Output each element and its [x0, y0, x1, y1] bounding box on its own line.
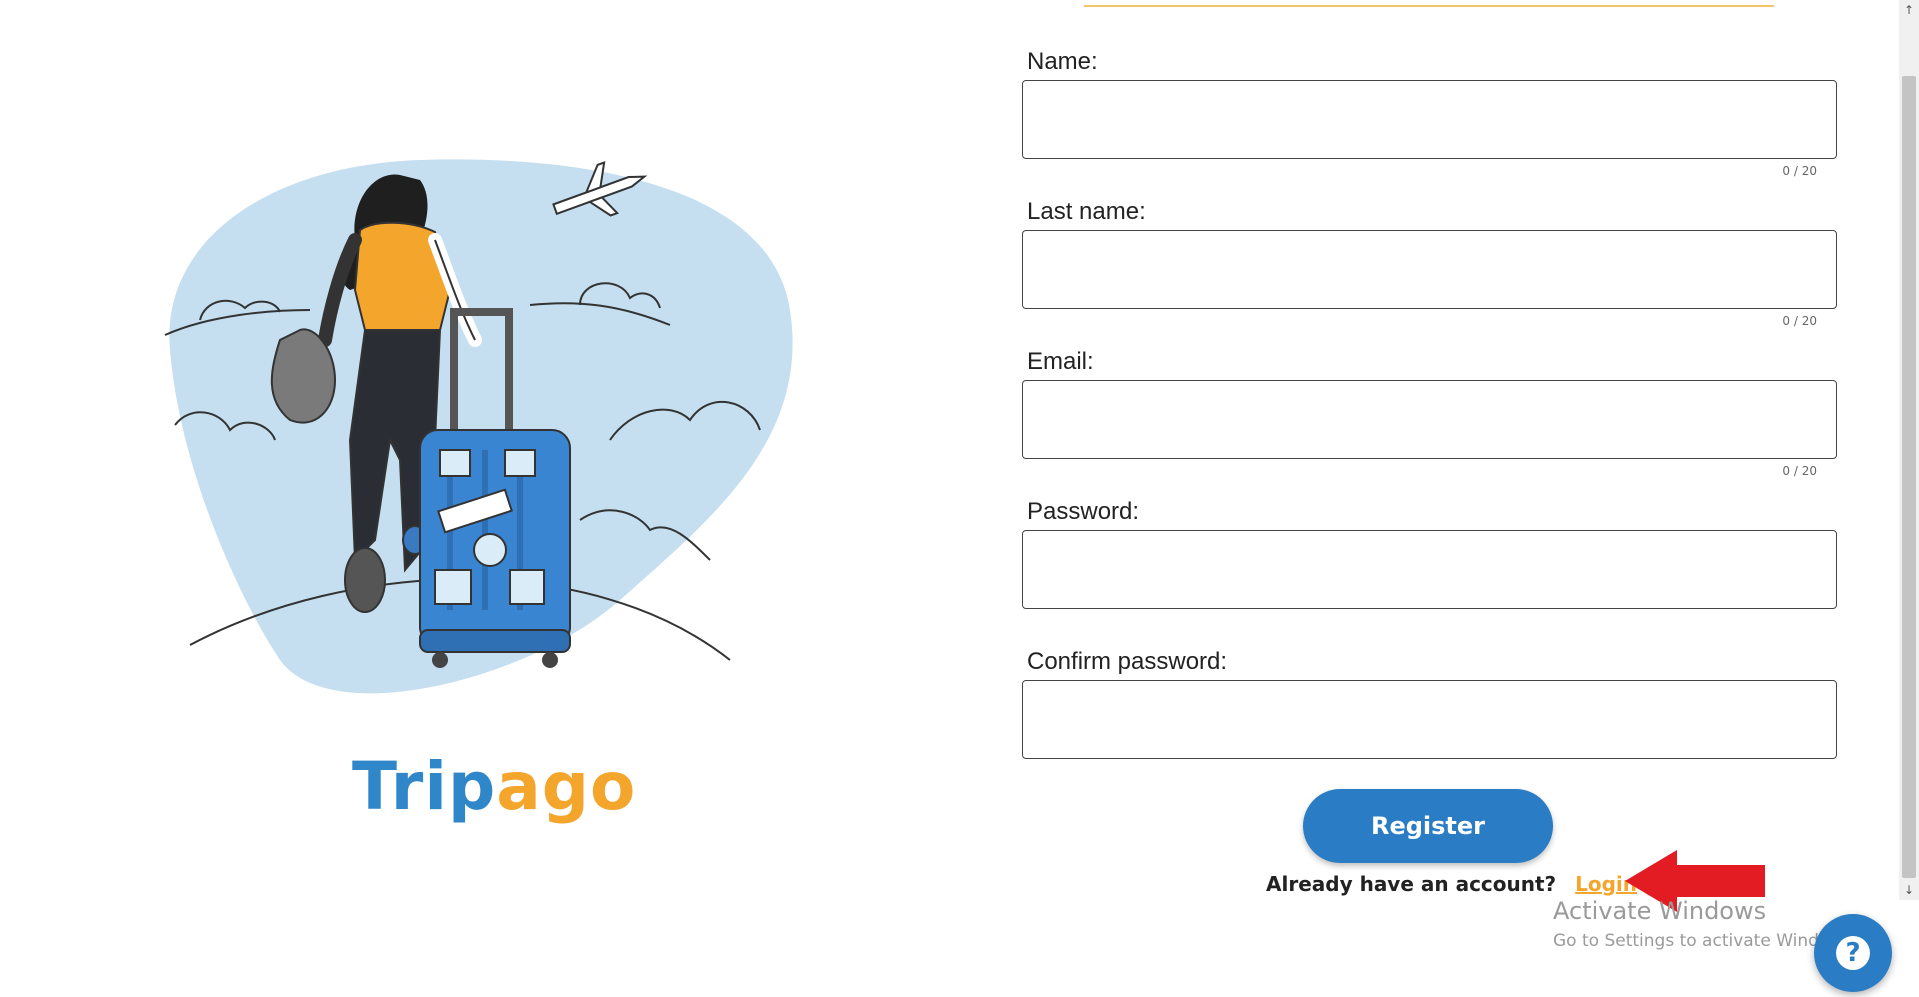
last-name-input[interactable] [1022, 230, 1837, 309]
last-name-char-counter: 0 / 20 [1782, 314, 1817, 328]
register-form: Name: 0 / 20 Last name: 0 / 20 Email: 0 … [1022, 44, 1837, 794]
field-confirm-password: Confirm password: [1022, 644, 1837, 794]
register-page: Tripago Name: 0 / 20 Last name: 0 / 20 E… [0, 0, 1919, 997]
field-email: Email: 0 / 20 [1022, 344, 1837, 494]
login-prompt: Already have an account? Login [1266, 872, 1637, 896]
scroll-up-arrow-icon[interactable]: ↑ [1899, 0, 1919, 20]
vertical-scrollbar[interactable]: ↑ ↓ [1899, 0, 1919, 900]
brand-part-ago: ago [496, 748, 637, 825]
windows-activation-subtitle: Go to Settings to activate Windows. [1553, 931, 1858, 951]
account-prompt-text: Already have an account? [1266, 872, 1557, 896]
windows-activation-title: Activate Windows [1553, 897, 1767, 925]
top-accent-line [1084, 5, 1774, 7]
password-input[interactable] [1022, 530, 1837, 609]
traveler-illustration [164, 159, 793, 694]
windows-activation-watermark: Activate Windows Go to Settings to activ… [1553, 897, 1858, 951]
last-name-label: Last name: [1027, 198, 1146, 225]
scroll-down-arrow-icon[interactable]: ↓ [1899, 880, 1919, 900]
scroll-thumb[interactable] [1902, 76, 1916, 878]
register-button[interactable]: Register [1303, 789, 1553, 863]
email-char-counter: 0 / 20 [1782, 464, 1817, 478]
brand-logo: Tripago [352, 748, 636, 825]
help-icon: ? [1836, 936, 1870, 970]
brand-part-trip: Trip [352, 748, 497, 825]
email-label: Email: [1027, 348, 1094, 375]
field-last-name: Last name: 0 / 20 [1022, 194, 1837, 344]
name-label: Name: [1027, 48, 1098, 75]
password-label: Password: [1027, 498, 1140, 525]
help-button[interactable]: ? [1814, 914, 1892, 992]
confirm-password-input[interactable] [1022, 680, 1837, 759]
name-input[interactable] [1022, 80, 1837, 159]
field-name: Name: 0 / 20 [1022, 44, 1837, 194]
email-input[interactable] [1022, 380, 1837, 459]
name-char-counter: 0 / 20 [1782, 164, 1817, 178]
confirm-password-label: Confirm password: [1027, 648, 1228, 675]
field-password: Password: [1022, 494, 1837, 644]
